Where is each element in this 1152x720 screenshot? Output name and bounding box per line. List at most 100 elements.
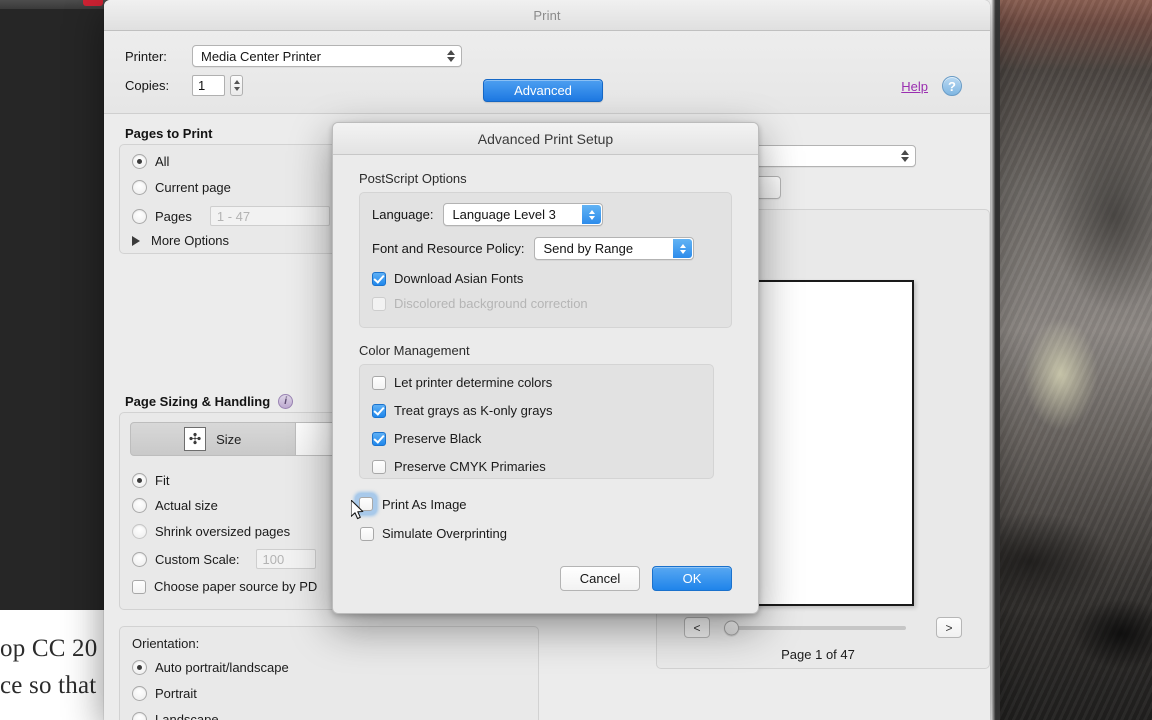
chevron-updown-icon bbox=[582, 205, 602, 224]
radio-landscape-icon[interactable] bbox=[132, 712, 147, 720]
radio-option-all[interactable]: All bbox=[132, 154, 169, 169]
simulate-overprinting-option[interactable]: Simulate Overprinting bbox=[360, 526, 732, 541]
print-as-image-option[interactable]: Print As Image bbox=[355, 493, 732, 515]
custom-scale-input[interactable]: 100 bbox=[255, 549, 316, 569]
copies-row: Copies: 1 bbox=[125, 75, 243, 96]
preserve-cmyk-label: Preserve CMYK Primaries bbox=[394, 459, 546, 474]
page-slider-knob[interactable] bbox=[724, 620, 739, 636]
discolored-background-label: Discolored background correction bbox=[394, 296, 588, 311]
advanced-button[interactable]: Advanced bbox=[483, 79, 603, 102]
let-printer-determine-colors-label: Let printer determine colors bbox=[394, 375, 553, 390]
page-status-label: Page 1 of 47 bbox=[781, 647, 855, 662]
radio-option-portrait[interactable]: Portrait bbox=[132, 686, 197, 701]
radio-portrait-label: Portrait bbox=[155, 686, 197, 701]
advanced-cancel-button[interactable]: Cancel bbox=[560, 566, 640, 591]
printer-label: Printer: bbox=[125, 48, 167, 64]
radio-option-auto-orientation[interactable]: Auto portrait/landscape bbox=[132, 660, 289, 675]
treat-grays-label: Treat grays as K-only grays bbox=[394, 403, 553, 418]
let-printer-determine-colors-checkbox[interactable] bbox=[372, 375, 386, 390]
tab-size[interactable]: Size bbox=[130, 422, 296, 456]
window-title: Print bbox=[533, 7, 561, 23]
language-select-value: Language Level 3 bbox=[452, 207, 556, 222]
doc-text-line-1: op CC 20 bbox=[0, 635, 98, 662]
paper-source-option[interactable]: Choose paper source by PD bbox=[132, 579, 317, 594]
copies-input[interactable]: 1 bbox=[192, 75, 225, 96]
print-as-image-label: Print As Image bbox=[382, 496, 467, 512]
radio-fit-icon[interactable] bbox=[132, 473, 147, 488]
printer-select[interactable]: Media Center Printer bbox=[192, 45, 462, 67]
print-as-image-checkbox[interactable] bbox=[359, 497, 373, 511]
copies-stepper[interactable] bbox=[230, 75, 243, 96]
radio-option-custom-scale[interactable]: Custom Scale: 100 bbox=[132, 549, 316, 569]
advanced-dialog-title: Advanced Print Setup bbox=[333, 123, 758, 155]
pages-range-input[interactable]: 1 - 47 bbox=[209, 206, 330, 226]
radio-pages-icon[interactable] bbox=[132, 208, 147, 224]
radio-landscape-label: Landscape bbox=[155, 712, 219, 720]
preserve-cmyk-option[interactable]: Preserve CMYK Primaries bbox=[372, 459, 701, 474]
radio-custom-scale-icon[interactable] bbox=[132, 551, 147, 567]
advanced-dialog-buttons: Cancel OK bbox=[560, 566, 732, 591]
radio-fit-label: Fit bbox=[155, 473, 170, 488]
copies-label: Copies: bbox=[125, 78, 170, 93]
prev-page-button[interactable]: < bbox=[684, 617, 710, 638]
radio-option-actual-size[interactable]: Actual size bbox=[132, 498, 218, 513]
doc-text-line-2: ce so that bbox=[0, 672, 97, 699]
discolored-background-checkbox bbox=[372, 296, 386, 311]
treat-grays-option[interactable]: Treat grays as K-only grays bbox=[372, 403, 701, 418]
page-slider[interactable] bbox=[724, 620, 906, 636]
radio-actual-size-icon[interactable] bbox=[132, 498, 147, 513]
acrobat-page-preview: op CC 20 ce so that bbox=[0, 610, 108, 720]
radio-option-landscape[interactable]: Landscape bbox=[132, 712, 219, 720]
simulate-overprinting-label: Simulate Overprinting bbox=[382, 526, 507, 541]
simulate-overprinting-checkbox[interactable] bbox=[360, 526, 374, 541]
preserve-cmyk-checkbox[interactable] bbox=[372, 459, 386, 474]
radio-portrait-icon[interactable] bbox=[132, 686, 147, 701]
radio-pages-label: Pages bbox=[155, 208, 192, 224]
acrobat-document-background: op CC 20 ce so that bbox=[0, 0, 108, 720]
chevron-right-icon[interactable] bbox=[132, 235, 140, 246]
help-icon[interactable]: ? bbox=[942, 76, 962, 96]
radio-all-label: All bbox=[155, 154, 170, 169]
radio-auto-orientation-icon[interactable] bbox=[132, 660, 147, 675]
info-icon[interactable]: i bbox=[278, 394, 294, 409]
postscript-options-title: PostScript Options bbox=[359, 171, 467, 186]
font-policy-select[interactable]: Send by Range bbox=[534, 237, 695, 260]
radio-option-fit[interactable]: Fit bbox=[132, 473, 169, 488]
page-sizing-title: Page Sizing & Handling bbox=[125, 394, 271, 409]
download-asian-fonts-checkbox[interactable] bbox=[372, 271, 386, 286]
printer-row: Printer: Media Center Printer bbox=[125, 45, 462, 67]
radio-current-page-label: Current page bbox=[155, 180, 231, 195]
orientation-title: Orientation: bbox=[132, 636, 200, 651]
language-select[interactable]: Language Level 3 bbox=[443, 203, 604, 226]
preserve-black-checkbox[interactable] bbox=[372, 431, 386, 446]
language-label: Language: bbox=[372, 207, 434, 222]
radio-shrink-label: Shrink oversized pages bbox=[155, 524, 291, 539]
radio-shrink-icon[interactable] bbox=[132, 524, 147, 539]
radio-option-current-page[interactable]: Current page bbox=[132, 180, 231, 195]
radio-option-pages[interactable]: Pages 1 - 47 bbox=[132, 206, 330, 226]
preserve-black-option[interactable]: Preserve Black bbox=[372, 431, 701, 446]
paper-source-checkbox[interactable] bbox=[132, 579, 146, 594]
more-options-disclosure[interactable]: More Options bbox=[132, 233, 229, 248]
chevron-updown-icon bbox=[673, 239, 693, 258]
acrobat-toolbar-badge bbox=[83, 0, 103, 6]
help-link[interactable]: Help bbox=[901, 79, 928, 94]
radio-all-icon[interactable] bbox=[132, 154, 147, 169]
radio-auto-orientation-label: Auto portrait/landscape bbox=[155, 660, 289, 675]
download-asian-fonts-option[interactable]: Download Asian Fonts bbox=[372, 271, 719, 286]
treat-grays-checkbox[interactable] bbox=[372, 403, 386, 418]
advanced-dialog-body: PostScript Options Language: Language Le… bbox=[333, 155, 758, 541]
preserve-black-label: Preserve Black bbox=[394, 431, 482, 446]
advanced-print-setup-dialog: Advanced Print Setup PostScript Options … bbox=[332, 122, 759, 614]
let-printer-determine-colors-option[interactable]: Let printer determine colors bbox=[372, 375, 701, 390]
advanced-ok-button[interactable]: OK bbox=[652, 566, 732, 591]
next-page-button[interactable]: > bbox=[936, 617, 962, 638]
font-policy-label: Font and Resource Policy: bbox=[372, 241, 525, 256]
color-management-title: Color Management bbox=[359, 343, 470, 358]
discolored-background-option: Discolored background correction bbox=[372, 296, 719, 311]
radio-option-shrink[interactable]: Shrink oversized pages bbox=[132, 524, 290, 539]
radio-current-page-icon[interactable] bbox=[132, 180, 147, 195]
font-policy-row: Font and Resource Policy: Send by Range bbox=[372, 237, 719, 260]
chevron-updown-icon bbox=[899, 148, 910, 164]
postscript-options-box: Language: Language Level 3 Font and Reso… bbox=[359, 192, 732, 328]
